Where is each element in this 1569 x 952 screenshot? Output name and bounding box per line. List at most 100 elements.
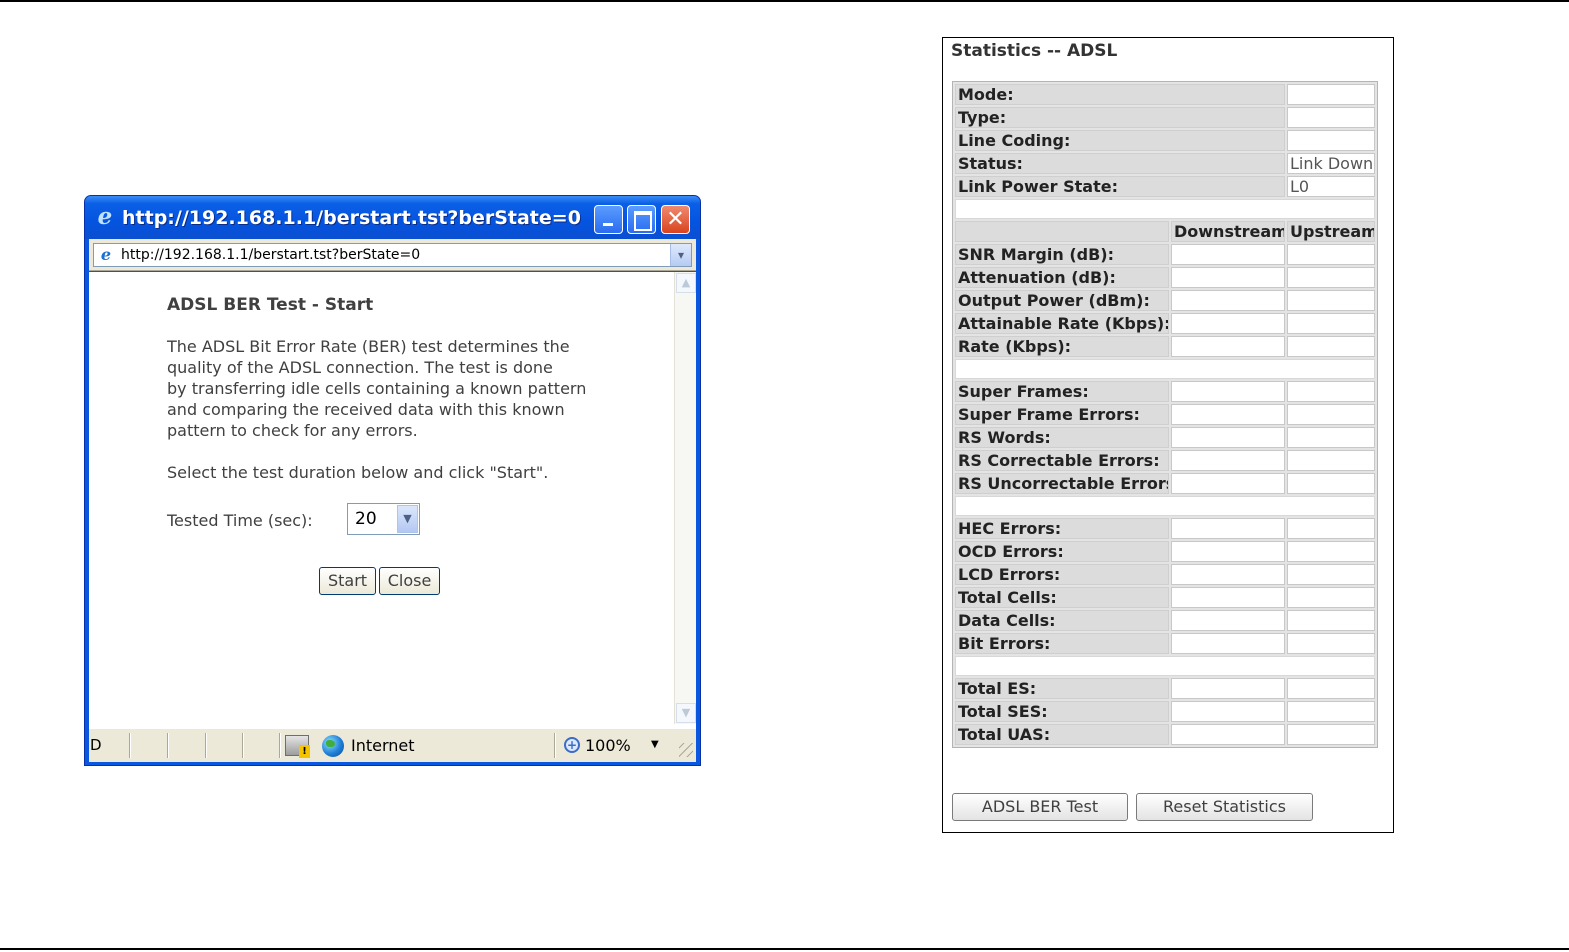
- tested-time-value: 20: [355, 509, 377, 529]
- status-separator: [554, 733, 556, 758]
- stat-label: Total ES:: [955, 678, 1169, 699]
- stat-value: Link Down: [1287, 153, 1375, 174]
- vertical-scrollbar[interactable]: ▲ ▼: [674, 272, 696, 724]
- address-dropdown-button[interactable]: ▾: [670, 244, 691, 266]
- downstream-value: [1171, 541, 1285, 562]
- spacer-row: [955, 656, 1375, 676]
- address-bar: e http://192.168.1.1/berstart.tst?berSta…: [89, 239, 696, 271]
- table-row: RS Uncorrectable Errors:: [955, 473, 1375, 494]
- table-row: Data Cells:: [955, 610, 1375, 631]
- address-field[interactable]: e http://192.168.1.1/berstart.tst?berSta…: [93, 243, 692, 267]
- upstream-value: [1287, 678, 1375, 699]
- downstream-value: [1171, 564, 1285, 585]
- table-row: Total UAS:: [955, 724, 1375, 745]
- tested-time-label: Tested Time (sec):: [167, 511, 313, 530]
- stat-label: Bit Errors:: [955, 633, 1169, 654]
- downstream-value: [1171, 404, 1285, 425]
- upstream-value: [1287, 427, 1375, 448]
- stat-label: Attainable Rate (Kbps):: [955, 313, 1169, 334]
- stat-value: [1287, 84, 1375, 105]
- stat-label: Total SES:: [955, 701, 1169, 722]
- downstream-value: [1171, 473, 1285, 494]
- stat-label: RS Words:: [955, 427, 1169, 448]
- stat-label: Output Power (dBm):: [955, 290, 1169, 311]
- downstream-value: [1171, 450, 1285, 471]
- stat-label: OCD Errors:: [955, 541, 1169, 562]
- ie-page-icon: e: [100, 245, 112, 264]
- zoom-dropdown-icon[interactable]: ▼: [651, 737, 659, 753]
- table-row: HEC Errors:: [955, 518, 1375, 539]
- table-row: OCD Errors:: [955, 541, 1375, 562]
- scroll-up-icon[interactable]: ▲: [676, 273, 696, 293]
- upstream-value: [1287, 244, 1375, 265]
- downstream-value: [1171, 244, 1285, 265]
- status-bar: D Internet + 100% ▼: [89, 728, 696, 762]
- reset-statistics-button[interactable]: Reset Statistics: [1136, 793, 1313, 821]
- stat-label: Data Cells:: [955, 610, 1169, 631]
- table-row: Bit Errors:: [955, 633, 1375, 654]
- stat-label: SNR Margin (dB):: [955, 244, 1169, 265]
- table-row: Super Frames:: [955, 381, 1375, 402]
- bottom-rule: [0, 948, 1569, 950]
- table-row: Line Coding:: [955, 130, 1375, 151]
- popup-content: ADSL BER Test - Start The ADSL Bit Error…: [89, 272, 696, 728]
- upstream-value: [1287, 564, 1375, 585]
- tested-time-select[interactable]: 20 ▼: [347, 503, 420, 535]
- upstream-header: Upstream: [1287, 221, 1375, 242]
- ber-heading: ADSL BER Test - Start: [167, 295, 374, 315]
- status-text: D: [90, 736, 102, 754]
- upstream-value: [1287, 267, 1375, 288]
- close-button[interactable]: Close: [379, 567, 440, 595]
- minimize-button[interactable]: [594, 205, 623, 234]
- zoom-level[interactable]: 100%: [585, 736, 631, 755]
- zoom-icon[interactable]: +: [564, 737, 580, 753]
- upstream-value: [1287, 290, 1375, 311]
- stat-label: Super Frame Errors:: [955, 404, 1169, 425]
- stat-label: Attenuation (dB):: [955, 267, 1169, 288]
- start-button[interactable]: Start: [319, 567, 376, 595]
- table-row: Rate (Kbps):: [955, 336, 1375, 357]
- upstream-value: [1287, 587, 1375, 608]
- upstream-value: [1287, 518, 1375, 539]
- stat-label: HEC Errors:: [955, 518, 1169, 539]
- stat-label: RS Correctable Errors:: [955, 450, 1169, 471]
- top-rule: [0, 0, 1569, 2]
- column-header-row: Downstream Upstream: [955, 221, 1375, 242]
- adsl-ber-test-button[interactable]: ADSL BER Test: [952, 793, 1128, 821]
- stat-label: Super Frames:: [955, 381, 1169, 402]
- maximize-icon: [628, 206, 655, 233]
- stat-label: Rate (Kbps):: [955, 336, 1169, 357]
- downstream-value: [1171, 336, 1285, 357]
- stat-value: L0: [1287, 176, 1375, 197]
- upstream-value: [1287, 450, 1375, 471]
- maximize-button[interactable]: [627, 205, 656, 234]
- upstream-value: [1287, 336, 1375, 357]
- address-text: http://192.168.1.1/berstart.tst?berState…: [121, 247, 421, 263]
- stat-label: Mode:: [955, 84, 1285, 105]
- upstream-value: [1287, 541, 1375, 562]
- header-blank-cell: [955, 221, 1169, 242]
- downstream-value: [1171, 587, 1285, 608]
- spacer-cell: [955, 496, 1375, 516]
- globe-icon: [322, 735, 344, 757]
- chevron-down-icon[interactable]: ▼: [397, 505, 418, 533]
- statistics-panel: Statistics -- ADSL Mode: Type: Line Coding…: [942, 37, 1394, 833]
- spacer-cell: [955, 656, 1375, 676]
- upstream-value: [1287, 473, 1375, 494]
- stat-value: [1287, 130, 1375, 151]
- scroll-down-icon[interactable]: ▼: [676, 703, 696, 723]
- upstream-value: [1287, 404, 1375, 425]
- close-window-button[interactable]: ✕: [661, 205, 690, 234]
- status-separator: [167, 733, 169, 758]
- resize-grip[interactable]: [679, 743, 693, 757]
- minimize-icon: [595, 206, 622, 233]
- ber-description: The ADSL Bit Error Rate (BER) test deter…: [167, 337, 587, 440]
- downstream-value: [1171, 701, 1285, 722]
- status-separator: [279, 733, 281, 758]
- spacer-cell: [955, 359, 1375, 379]
- window-titlebar[interactable]: e http://192.168.1.1/berstart.tst?berSta…: [85, 196, 700, 239]
- security-warning-icon[interactable]: [285, 735, 310, 758]
- ber-popup-window: e http://192.168.1.1/berstart.tst?berSta…: [84, 195, 701, 766]
- statistics-title: Statistics -- ADSL: [951, 41, 1118, 61]
- status-separator: [129, 733, 131, 758]
